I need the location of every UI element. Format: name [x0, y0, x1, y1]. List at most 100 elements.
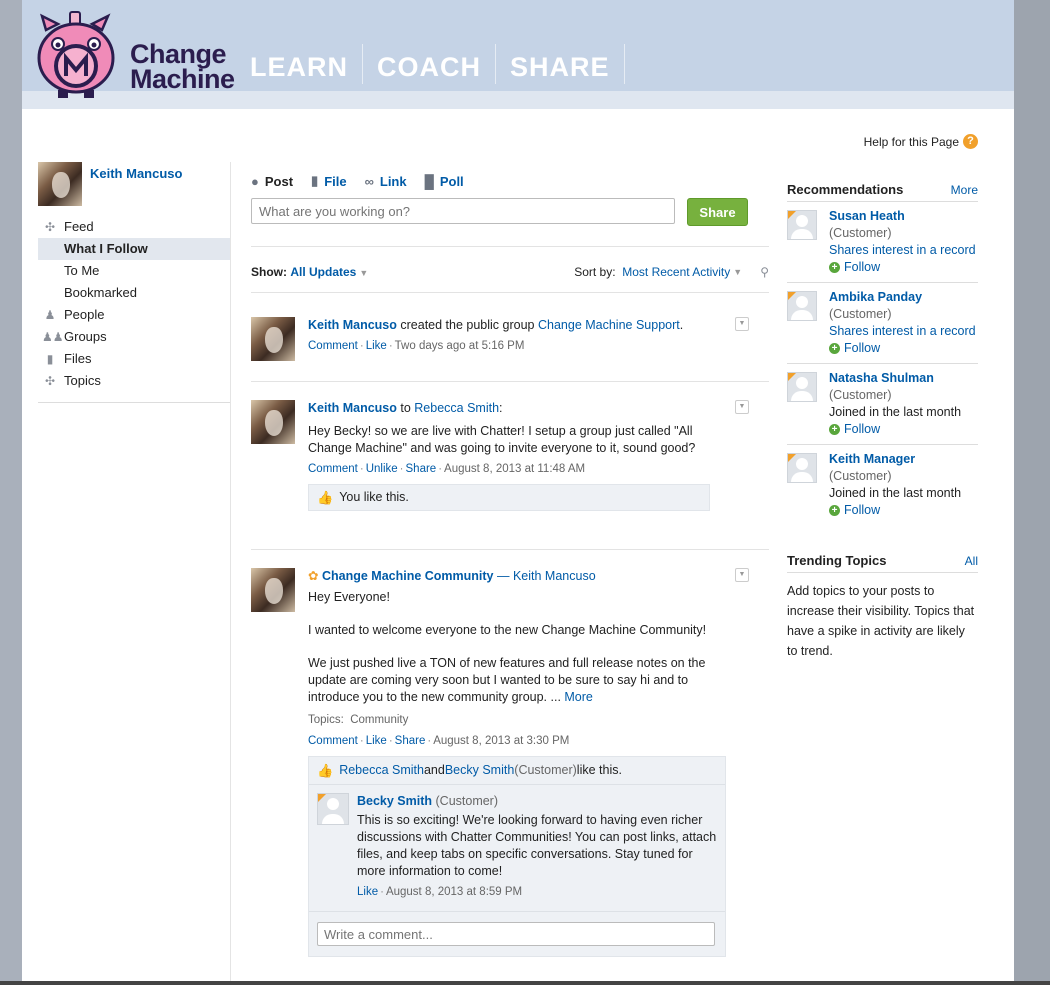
search-icon[interactable]: ⚲: [760, 265, 769, 279]
sidebar-item-topics[interactable]: ✣ Topics: [38, 370, 230, 392]
liker-link[interactable]: Rebecca Smith: [339, 762, 424, 779]
comment-actions: Like · August 8, 2013 at 8:59 PM: [357, 884, 717, 901]
sidebar-item-what-i-follow[interactable]: What I Follow: [38, 238, 230, 260]
nav-learn[interactable]: LEARN: [248, 44, 363, 84]
sidebar-item-files[interactable]: ▮ Files: [38, 348, 230, 370]
avatar[interactable]: [251, 568, 295, 612]
sidebar-item-people[interactable]: ♟ People: [38, 304, 230, 326]
divider: [251, 549, 769, 550]
separator: ·: [427, 735, 432, 747]
post-timestamp[interactable]: Two days ago at 5:16 PM: [395, 340, 525, 352]
feed-item-header: ✿ Change Machine Community — Keith Mancu…: [308, 568, 718, 585]
avatar[interactable]: [38, 162, 82, 206]
like-link[interactable]: Like: [366, 735, 387, 747]
recommendation-name-link[interactable]: Natasha Shulman: [829, 370, 978, 387]
avatar-placeholder-icon[interactable]: [787, 453, 817, 483]
recommendation-name-link[interactable]: Keith Manager: [829, 451, 978, 468]
more-link[interactable]: More: [564, 690, 592, 704]
avatar[interactable]: [251, 400, 295, 444]
separator: ·: [359, 735, 364, 747]
publisher: ● Post ▮ File ∞ Link █ Poll Share: [251, 170, 769, 226]
sort-value[interactable]: Most Recent Activity: [622, 265, 730, 279]
post-author-link[interactable]: Keith Mancuso: [513, 569, 596, 583]
nav-coach[interactable]: COACH: [377, 44, 496, 84]
brand-name: Change Machine: [130, 41, 235, 94]
recommendation-name-link[interactable]: Ambika Panday: [829, 289, 978, 306]
sidebar-item-label: Groups: [64, 329, 107, 344]
comment-link[interactable]: Comment: [308, 735, 358, 747]
change-machine-logo[interactable]: Change Machine: [36, 10, 236, 100]
comment-input[interactable]: [317, 922, 715, 946]
comment-author-link[interactable]: Becky Smith: [357, 794, 432, 808]
comment-timestamp[interactable]: August 8, 2013 at 8:59 PM: [386, 886, 522, 898]
nav-share[interactable]: SHARE: [510, 44, 625, 84]
post-timestamp[interactable]: August 8, 2013 at 3:30 PM: [433, 735, 569, 747]
community-link[interactable]: Change Machine Community: [322, 569, 494, 583]
recommendation-role: (Customer): [829, 469, 892, 483]
tab-file[interactable]: ▮ File: [311, 173, 347, 189]
share-button[interactable]: Share: [687, 198, 748, 226]
tab-link[interactable]: ∞ Link: [365, 174, 407, 189]
comment-author-role: (Customer): [432, 794, 499, 808]
comment-link[interactable]: Comment: [308, 340, 358, 352]
feed-item-body: Keith Mancuso created the public group C…: [308, 317, 718, 355]
sidebar-user[interactable]: Keith Mancuso: [38, 162, 230, 206]
tab-label: Poll: [439, 173, 464, 189]
sidebar-item-groups[interactable]: ♟♟ Groups: [38, 326, 230, 348]
sort-filter[interactable]: Sort by: Most Recent Activity ▼ ⚲: [574, 265, 769, 279]
post-author-link[interactable]: Keith Mancuso: [308, 401, 397, 415]
show-value[interactable]: All Updates: [290, 265, 356, 279]
sidebar-item-to-me[interactable]: To Me: [38, 260, 230, 282]
post-menu-button[interactable]: ▼: [735, 317, 749, 331]
follow-button[interactable]: + Follow: [829, 259, 978, 276]
follow-button[interactable]: + Follow: [829, 502, 978, 519]
post-menu-button[interactable]: ▼: [735, 400, 749, 414]
avatar-placeholder-icon[interactable]: [317, 793, 349, 825]
liker-link[interactable]: Becky Smith: [445, 762, 514, 779]
sidebar-item-bookmarked[interactable]: Bookmarked: [38, 282, 230, 304]
feed-item-body: ✿ Change Machine Community — Keith Mancu…: [308, 568, 726, 957]
group-link[interactable]: Change Machine Support: [538, 318, 680, 332]
comment: Becky Smith (Customer) This is so exciti…: [309, 785, 725, 912]
brand-line-2: Machine: [130, 64, 235, 94]
follow-button[interactable]: + Follow: [829, 421, 978, 438]
tab-poll[interactable]: █ Poll: [425, 174, 464, 189]
sidebar-item-feed[interactable]: ✣ Feed: [38, 216, 230, 238]
plus-icon: +: [829, 505, 840, 516]
piggy-bank-icon: [37, 11, 115, 98]
show-filter[interactable]: Show: All Updates ▼: [251, 265, 368, 279]
recommendation-reason: Joined in the last month: [829, 405, 962, 419]
topic-link[interactable]: Community: [350, 714, 408, 726]
recommendation-reason-link[interactable]: Shares interest in a record: [829, 242, 978, 259]
comment-link[interactable]: Comment: [308, 463, 358, 475]
post-timestamp[interactable]: August 8, 2013 at 11:48 AM: [444, 463, 585, 475]
avatar[interactable]: [251, 317, 295, 361]
tab-post[interactable]: ● Post: [251, 174, 293, 189]
share-link[interactable]: Share: [395, 735, 426, 747]
recommendation-reason-link[interactable]: Shares interest in a record: [829, 323, 978, 340]
recommendation-role: (Customer): [829, 388, 892, 402]
recommendation-item: Natasha Shulman (Customer) Joined in the…: [787, 364, 978, 445]
post-text: created the public group: [396, 318, 538, 332]
like-link[interactable]: Like: [357, 886, 378, 898]
trending-all-link[interactable]: All: [965, 554, 978, 568]
publisher-tabs: ● Post ▮ File ∞ Link █ Poll: [251, 170, 769, 192]
recommendations-more-link[interactable]: More: [951, 183, 978, 197]
post-input[interactable]: [251, 198, 675, 224]
recommendation-reason: Joined in the last month: [829, 486, 962, 500]
sidebar-user-name[interactable]: Keith Mancuso: [90, 166, 182, 181]
help-link[interactable]: Help for this Page ?: [864, 134, 978, 149]
avatar-placeholder-icon[interactable]: [787, 291, 817, 321]
recipient-link[interactable]: Rebecca Smith: [414, 401, 499, 415]
avatar-placeholder-icon[interactable]: [787, 210, 817, 240]
follow-button[interactable]: + Follow: [829, 340, 978, 357]
post-menu-button[interactable]: ▼: [735, 568, 749, 582]
recommendation-name-link[interactable]: Susan Heath: [829, 208, 978, 225]
post-author-link[interactable]: Keith Mancuso: [308, 318, 397, 332]
topics-icon: ✣: [44, 374, 56, 388]
avatar-placeholder-icon[interactable]: [787, 372, 817, 402]
share-link[interactable]: Share: [406, 463, 437, 475]
unlike-link[interactable]: Unlike: [366, 463, 398, 475]
like-link[interactable]: Like: [366, 340, 387, 352]
sort-label: Sort by:: [574, 265, 616, 279]
